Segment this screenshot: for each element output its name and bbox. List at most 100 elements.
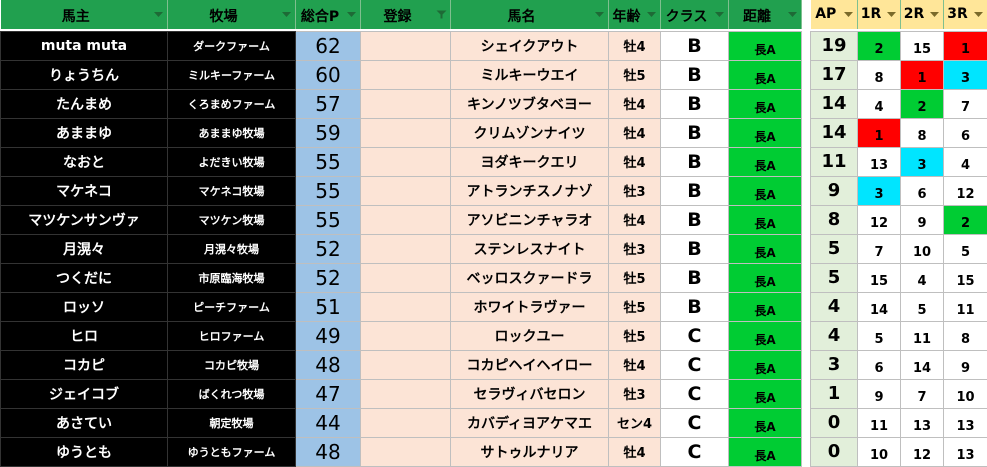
race3-rank-cell[interactable]: 8 bbox=[944, 321, 987, 350]
points-cell[interactable]: 49 bbox=[296, 321, 361, 350]
ap-cell[interactable]: 17 bbox=[811, 60, 858, 89]
col-header-register[interactable]: 登録 bbox=[361, 0, 451, 29]
class-cell[interactable]: B bbox=[661, 31, 729, 60]
distance-cell[interactable]: 長A bbox=[729, 263, 802, 292]
horse-name-cell[interactable]: セラヴィバセロン bbox=[451, 379, 609, 408]
owner-cell[interactable]: あさてい bbox=[1, 408, 168, 437]
ranch-cell[interactable]: ピーチファーム bbox=[168, 292, 296, 321]
owner-cell[interactable]: ロッソ bbox=[1, 292, 168, 321]
owner-cell[interactable]: なおと bbox=[1, 147, 168, 176]
points-cell[interactable]: 52 bbox=[296, 234, 361, 263]
race2-rank-cell[interactable]: 4 bbox=[901, 263, 944, 292]
col-header-r2[interactable]: 2R bbox=[901, 0, 944, 29]
distance-cell[interactable]: 長A bbox=[729, 31, 802, 60]
race3-rank-cell[interactable]: 10 bbox=[944, 379, 987, 408]
race3-rank-cell[interactable]: 6 bbox=[944, 118, 987, 147]
class-cell[interactable]: C bbox=[661, 350, 729, 379]
filter-dropdown-icon[interactable] bbox=[714, 10, 725, 19]
horse-name-cell[interactable]: カバディヨアケマエ bbox=[451, 408, 609, 437]
points-cell[interactable]: 48 bbox=[296, 437, 361, 466]
class-cell[interactable]: B bbox=[661, 176, 729, 205]
race2-rank-cell[interactable]: 8 bbox=[901, 118, 944, 147]
col-header-r3[interactable]: 3R bbox=[944, 0, 987, 29]
owner-cell[interactable]: りょうちん bbox=[1, 60, 168, 89]
register-cell[interactable] bbox=[361, 234, 451, 263]
owner-cell[interactable]: あままゆ bbox=[1, 118, 168, 147]
ap-cell[interactable]: 14 bbox=[811, 89, 858, 118]
age-cell[interactable]: 牡3 bbox=[609, 176, 661, 205]
race1-rank-cell[interactable]: 7 bbox=[858, 234, 901, 263]
distance-cell[interactable]: 長A bbox=[729, 118, 802, 147]
distance-cell[interactable]: 長A bbox=[729, 147, 802, 176]
distance-cell[interactable]: 長A bbox=[729, 205, 802, 234]
horse-name-cell[interactable]: キンノツブタベヨー bbox=[451, 89, 609, 118]
register-cell[interactable] bbox=[361, 89, 451, 118]
distance-cell[interactable]: 長A bbox=[729, 234, 802, 263]
age-cell[interactable]: 牡4 bbox=[609, 89, 661, 118]
class-cell[interactable]: C bbox=[661, 437, 729, 466]
race3-rank-cell[interactable]: 5 bbox=[944, 234, 987, 263]
register-cell[interactable] bbox=[361, 31, 451, 60]
horse-name-cell[interactable]: ヨダキークエリ bbox=[451, 147, 609, 176]
points-cell[interactable]: 52 bbox=[296, 263, 361, 292]
horse-name-cell[interactable]: サトゥルナリア bbox=[451, 437, 609, 466]
col-header-distance[interactable]: 距離 bbox=[729, 0, 802, 29]
class-cell[interactable]: B bbox=[661, 234, 729, 263]
register-cell[interactable] bbox=[361, 321, 451, 350]
register-cell[interactable] bbox=[361, 60, 451, 89]
owner-cell[interactable]: ジェイコブ bbox=[1, 379, 168, 408]
race2-rank-cell[interactable]: 3 bbox=[901, 147, 944, 176]
race3-rank-cell[interactable]: 4 bbox=[944, 147, 987, 176]
race1-rank-cell[interactable]: 12 bbox=[858, 205, 901, 234]
filter-dropdown-icon[interactable] bbox=[594, 10, 605, 19]
owner-cell[interactable]: つくだに bbox=[1, 263, 168, 292]
ranch-cell[interactable]: ヒロファーム bbox=[168, 321, 296, 350]
col-header-age[interactable]: 年齢 bbox=[609, 0, 661, 29]
filter-dropdown-icon[interactable] bbox=[929, 10, 940, 19]
register-cell[interactable] bbox=[361, 408, 451, 437]
col-header-r1[interactable]: 1R bbox=[858, 0, 901, 29]
race2-rank-cell[interactable]: 7 bbox=[901, 379, 944, 408]
class-cell[interactable]: C bbox=[661, 379, 729, 408]
distance-cell[interactable]: 長A bbox=[729, 379, 802, 408]
race1-rank-cell[interactable]: 15 bbox=[858, 263, 901, 292]
class-cell[interactable]: B bbox=[661, 292, 729, 321]
register-cell[interactable] bbox=[361, 292, 451, 321]
ranch-cell[interactable]: マケネコ牧場 bbox=[168, 176, 296, 205]
ranch-cell[interactable]: コカピ牧場 bbox=[168, 350, 296, 379]
ap-cell[interactable]: 8 bbox=[811, 205, 858, 234]
horse-name-cell[interactable]: ベッロスクァードラ bbox=[451, 263, 609, 292]
race1-rank-cell[interactable]: 8 bbox=[858, 60, 901, 89]
ap-cell[interactable]: 0 bbox=[811, 408, 858, 437]
race1-rank-cell[interactable]: 9 bbox=[858, 379, 901, 408]
horse-name-cell[interactable]: アトランチスノナゾ bbox=[451, 176, 609, 205]
race3-rank-cell[interactable]: 7 bbox=[944, 89, 987, 118]
filter-dropdown-icon[interactable] bbox=[886, 10, 897, 19]
col-header-class[interactable]: クラス bbox=[661, 0, 729, 29]
horse-name-cell[interactable]: ホワイトラヴァー bbox=[451, 292, 609, 321]
race2-rank-cell[interactable]: 1 bbox=[901, 60, 944, 89]
class-cell[interactable]: B bbox=[661, 118, 729, 147]
horse-name-cell[interactable]: シェイクアウト bbox=[451, 31, 609, 60]
owner-cell[interactable]: たんまめ bbox=[1, 89, 168, 118]
filter-dropdown-icon[interactable] bbox=[153, 10, 164, 19]
ap-cell[interactable]: 4 bbox=[811, 292, 858, 321]
ap-cell[interactable]: 5 bbox=[811, 234, 858, 263]
age-cell[interactable]: 牡4 bbox=[609, 31, 661, 60]
age-cell[interactable]: 牡4 bbox=[609, 147, 661, 176]
filter-dropdown-icon[interactable] bbox=[646, 10, 657, 19]
register-cell[interactable] bbox=[361, 118, 451, 147]
race3-rank-cell[interactable]: 2 bbox=[944, 205, 987, 234]
race1-rank-cell[interactable]: 4 bbox=[858, 89, 901, 118]
race3-rank-cell[interactable]: 11 bbox=[944, 292, 987, 321]
class-cell[interactable]: B bbox=[661, 89, 729, 118]
col-header-owner[interactable]: 馬主 bbox=[1, 0, 168, 29]
ranch-cell[interactable]: よだきい牧場 bbox=[168, 147, 296, 176]
ranch-cell[interactable]: ミルキーファーム bbox=[168, 60, 296, 89]
owner-cell[interactable]: muta muta bbox=[1, 31, 168, 60]
points-cell[interactable]: 59 bbox=[296, 118, 361, 147]
horse-name-cell[interactable]: ミルキーウエイ bbox=[451, 60, 609, 89]
race1-rank-cell[interactable]: 2 bbox=[858, 31, 901, 60]
age-cell[interactable]: 牡4 bbox=[609, 118, 661, 147]
race3-rank-cell[interactable]: 9 bbox=[944, 350, 987, 379]
